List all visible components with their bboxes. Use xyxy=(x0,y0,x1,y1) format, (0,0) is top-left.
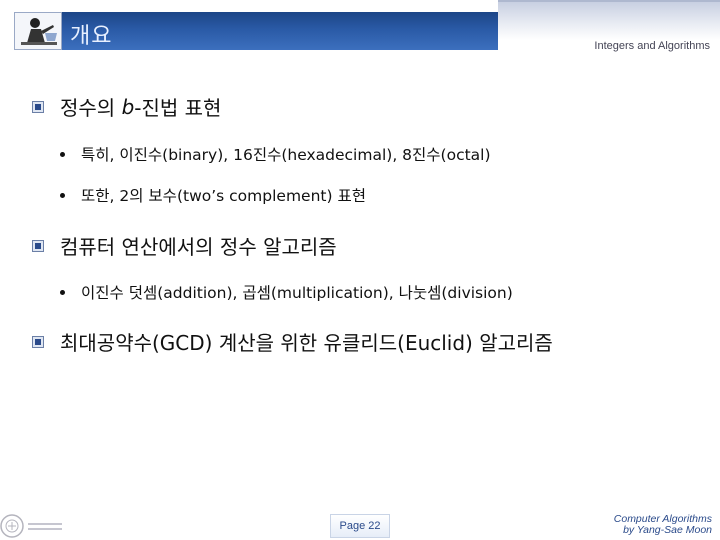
section-heading-2-text: 컴퓨터 연산에서의 정수 알고리즘 xyxy=(60,235,337,259)
section-heading-1-suffix: -진법 표현 xyxy=(134,96,222,120)
header-top-rule xyxy=(498,0,720,2)
square-bullet-icon xyxy=(32,335,44,348)
slide-credit: Computer Algorithms by Yang-Sae Moon xyxy=(614,514,712,536)
list-item: 특히, 이진수(binary), 16진수(hexadecimal), 8진수(… xyxy=(60,143,491,165)
bullet-dot-icon xyxy=(60,289,65,295)
list-item-text: 또한, 2의 보수(two’s complement) 표현 xyxy=(81,187,366,205)
section-heading-3: 최대공약수(GCD) 계산을 위한 유클리드(Euclid) 알고리즘 xyxy=(32,327,553,356)
credit-line-2: by Yang-Sae Moon xyxy=(623,524,712,536)
header-right-band xyxy=(498,0,720,40)
bullet-dot-icon xyxy=(60,151,65,157)
section-heading-3-text: 최대공약수(GCD) 계산을 위한 유클리드(Euclid) 알고리즘 xyxy=(60,331,553,355)
square-bullet-icon xyxy=(32,239,44,252)
list-item-text: 이진수 덧셈(addition), 곱셈(multiplication), 나눗… xyxy=(81,284,513,302)
section-heading-1-italic: b xyxy=(121,94,135,119)
seal-graphic xyxy=(0,514,24,538)
list-item: 또한, 2의 보수(two’s complement) 표현 xyxy=(60,184,366,206)
bullet-dot-icon xyxy=(60,192,65,198)
footer-logo-lines xyxy=(28,520,62,533)
list-item-text: 특히, 이진수(binary), 16진수(hexadecimal), 8진수(… xyxy=(81,146,491,164)
section-heading-1: 정수의 b -진법 표현 xyxy=(32,92,221,121)
page-title: 개요 xyxy=(70,24,113,49)
square-bullet-icon xyxy=(32,100,44,113)
section-heading-1-prefix: 정수의 xyxy=(60,96,122,120)
list-item: 이진수 덧셈(addition), 곱셈(multiplication), 나눗… xyxy=(60,281,513,303)
university-seal-icon xyxy=(0,512,68,540)
page-number: Page 22 xyxy=(330,514,390,538)
teacher-at-desk-icon xyxy=(14,12,62,50)
slide-subtitle: Integers and Algorithms xyxy=(594,40,710,52)
section-heading-2: 컴퓨터 연산에서의 정수 알고리즘 xyxy=(32,231,337,260)
